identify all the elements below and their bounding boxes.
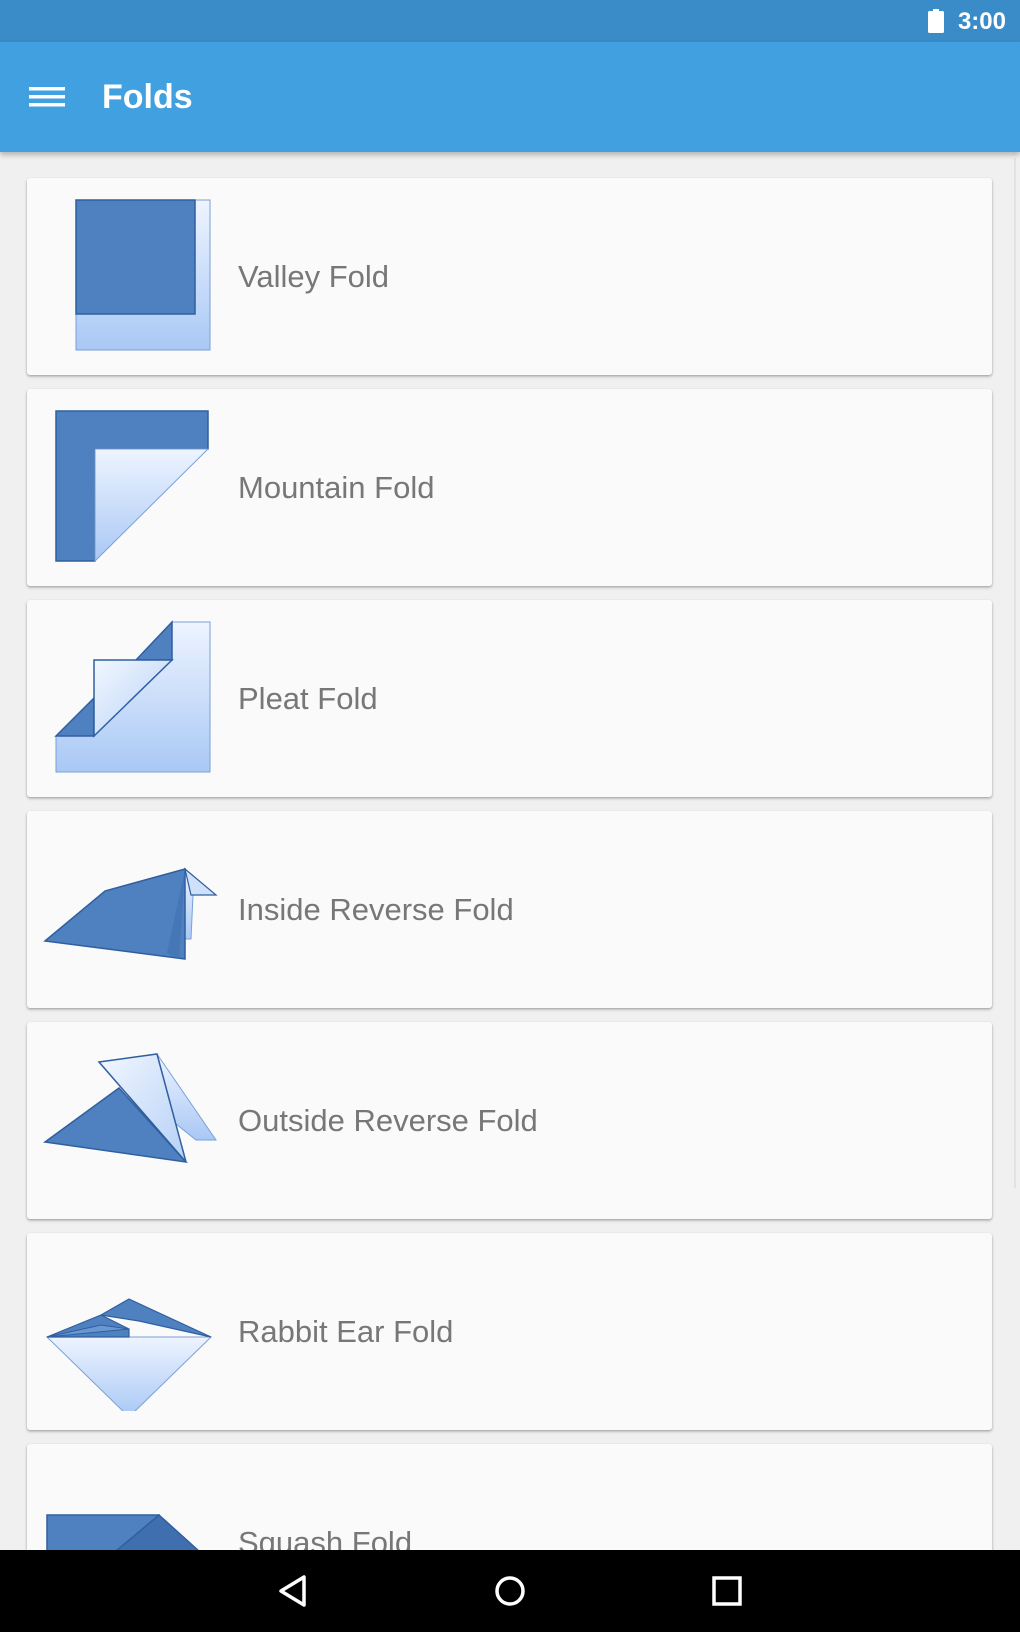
scrollbar[interactable]	[1014, 158, 1016, 1188]
fold-card-outside-reverse[interactable]: Outside Reverse Fold	[27, 1022, 992, 1219]
inside-reverse-fold-icon	[43, 867, 218, 960]
recents-icon[interactable]	[704, 1568, 750, 1614]
home-icon[interactable]	[487, 1568, 533, 1614]
fold-label: Inside Reverse Fold	[238, 892, 514, 927]
fold-label: Mountain Fold	[238, 470, 435, 505]
back-icon[interactable]	[270, 1568, 316, 1614]
fold-card-mountain[interactable]: Mountain Fold	[27, 389, 992, 586]
mountain-fold-icon	[55, 410, 210, 563]
status-bar: 3:00	[0, 0, 1020, 42]
fold-label: Pleat Fold	[238, 681, 378, 716]
fold-card-squash[interactable]: Squash Fold	[27, 1444, 992, 1550]
status-clock: 3:00	[957, 8, 1006, 35]
fold-list[interactable]: Valley Fold Mountain Fold Pleat Fold Ins…	[0, 152, 1020, 1550]
pleat-fold-icon	[54, 620, 211, 773]
hamburger-menu-icon[interactable]	[26, 79, 68, 115]
page-title: Folds	[102, 78, 193, 116]
fold-card-inside-reverse[interactable]: Inside Reverse Fold	[27, 811, 992, 1008]
fold-label: Squash Fold	[238, 1525, 413, 1550]
app-bar: Folds	[0, 42, 1020, 152]
fold-card-rabbit-ear[interactable]: Rabbit Ear Fold	[27, 1233, 992, 1430]
fold-label: Rabbit Ear Fold	[238, 1314, 454, 1349]
fold-card-valley[interactable]: Valley Fold	[27, 178, 992, 375]
squash-fold-icon	[46, 1514, 199, 1550]
fold-card-pleat[interactable]: Pleat Fold	[27, 600, 992, 797]
fold-label: Outside Reverse Fold	[238, 1103, 538, 1138]
fold-label: Valley Fold	[238, 259, 390, 294]
navigation-bar	[0, 1550, 1020, 1632]
rabbit-ear-fold-icon	[45, 1298, 213, 1411]
battery-full-icon	[928, 9, 944, 33]
outside-reverse-fold-icon	[43, 1053, 217, 1164]
valley-fold-icon	[75, 199, 211, 351]
